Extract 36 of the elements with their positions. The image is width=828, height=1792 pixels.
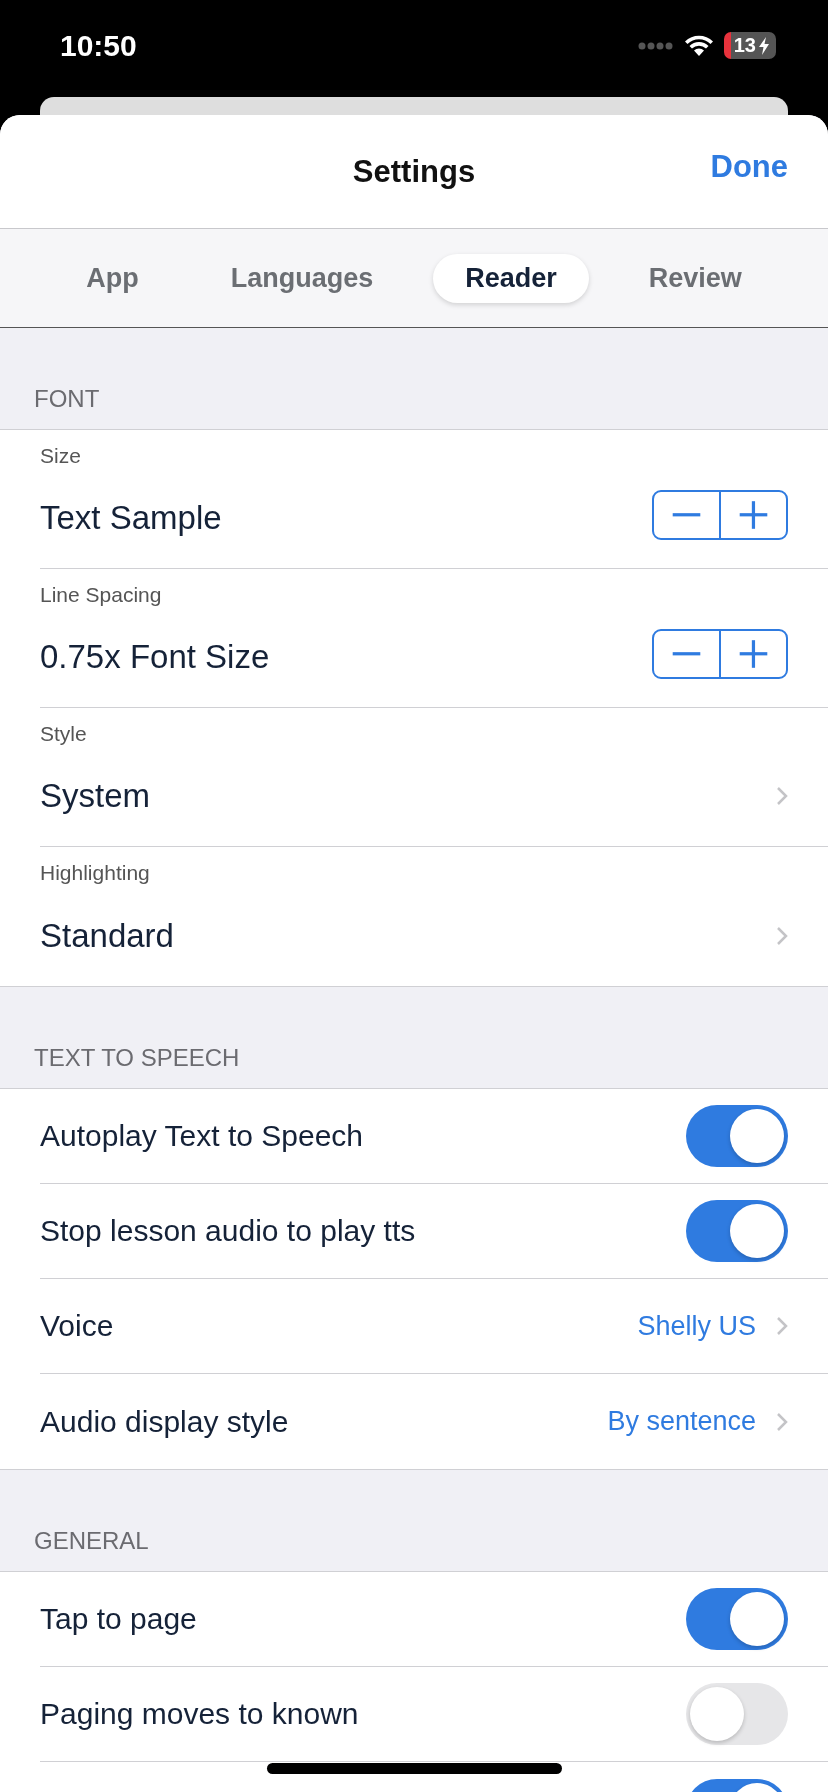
setting-label: Size: [40, 444, 82, 468]
setting-value: 0.75x Font Size: [40, 638, 270, 676]
cellular-signal-icon: [637, 40, 674, 51]
chevron-icon: [776, 786, 788, 806]
setting-label: Stop lesson audio to play tts: [40, 1214, 416, 1248]
setting-label: Autoplay Text to Speech: [40, 1119, 363, 1153]
section-header: TEXT TO SPEECH: [34, 1044, 240, 1072]
tab[interactable]: Reader: [433, 253, 589, 303]
stepper[interactable]: [652, 629, 788, 679]
setting-label: Style: [40, 722, 88, 746]
charging-bolt-icon: [758, 36, 770, 55]
wifi-icon: [683, 34, 714, 57]
tab[interactable]: Languages: [198, 253, 406, 303]
setting-value: Standard: [40, 916, 174, 955]
section-header: FONT: [34, 385, 100, 413]
chevron-icon: [776, 1316, 788, 1336]
section-header: GENERAL: [34, 1527, 149, 1555]
setting-label: Line Spacing: [40, 583, 163, 607]
settings-title: Settings: [352, 153, 476, 190]
chevron-icon: [776, 925, 788, 946]
setting-value: System: [40, 777, 151, 815]
tab[interactable]: App: [54, 253, 171, 303]
setting-label: Voice: [40, 1309, 114, 1343]
setting-label: Highlighting: [40, 861, 151, 885]
setting-label: Paging moves to known: [40, 1697, 359, 1731]
setting-label: Tap to page: [40, 1602, 197, 1636]
battery-indicator: 13: [723, 32, 776, 59]
done-button[interactable]: Done: [710, 149, 788, 185]
stepper[interactable]: [652, 490, 788, 540]
setting-value: Text Sample: [40, 499, 222, 537]
setting-value[interactable]: Shelly US: [637, 1310, 756, 1342]
tab[interactable]: Review: [616, 253, 774, 303]
setting-label: Audio display style: [40, 1404, 289, 1439]
chevron-icon: [776, 1411, 788, 1432]
status-time: 10:50: [60, 28, 137, 63]
setting-value[interactable]: By sentence: [607, 1406, 756, 1437]
